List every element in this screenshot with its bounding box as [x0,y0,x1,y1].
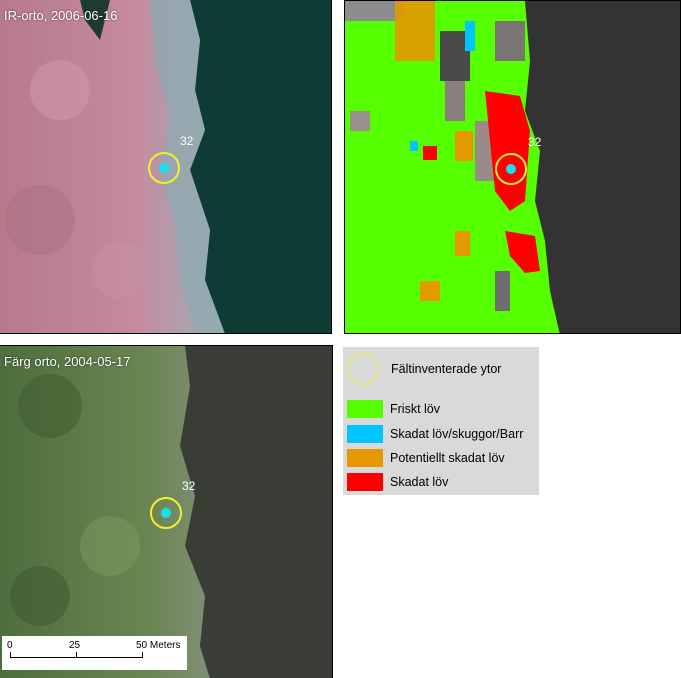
legend-field-plots-label: Fältinventerade ytor [391,362,502,376]
legend-item-potentially-damaged: Potentiellt skadat löv [347,449,505,467]
scale-tick [10,652,11,658]
scale-label-50: 50 Meters [136,640,181,651]
color-ortho-panel: Färg orto, 2004-05-17 32 [0,345,333,678]
legend-label: Potentiellt skadat löv [390,451,505,465]
map-legend: Fältinventerade ytor Friskt löv Skadat l… [343,347,539,495]
legend-swatch-healthy [347,400,383,418]
classification-panel: 32 [344,0,681,334]
legend-item-healthy: Friskt löv [347,400,440,418]
legend-swatch-potentially-damaged [347,449,383,467]
legend-swatch-damaged-shadow-conifer [347,425,383,443]
field-plot-center [506,164,516,174]
ir-ortho-panel: IR-orto, 2006-06-16 32 [0,0,332,334]
legend-label: Skadat löv/skuggor/Barr [390,427,524,441]
scale-tick [76,652,77,658]
legend-item-damaged: Skadat löv [347,473,448,491]
scale-label-0: 0 [7,640,13,651]
legend-item-damaged-shadow-conifer: Skadat löv/skuggor/Barr [347,425,523,443]
plot-label-32: 32 [528,135,542,149]
ir-ortho-title: IR-orto, 2006-06-16 [4,8,118,23]
legend-swatch-damaged [347,473,383,491]
color-ortho-title: Färg orto, 2004-05-17 [4,354,131,369]
field-plot-circle-icon [347,353,379,385]
scale-label-25: 25 [69,640,81,651]
scale-tick [142,652,143,658]
field-plot-center [159,163,169,173]
field-plot-center [161,508,171,518]
legend-field-plots: Fältinventerade ytor [347,352,501,386]
plot-label-32: 32 [180,134,194,148]
legend-label: Friskt löv [390,402,440,416]
plot-label-32: 32 [182,479,196,493]
scale-bar: 0 25 50 Meters [2,636,187,670]
legend-label: Skadat löv [390,475,449,489]
